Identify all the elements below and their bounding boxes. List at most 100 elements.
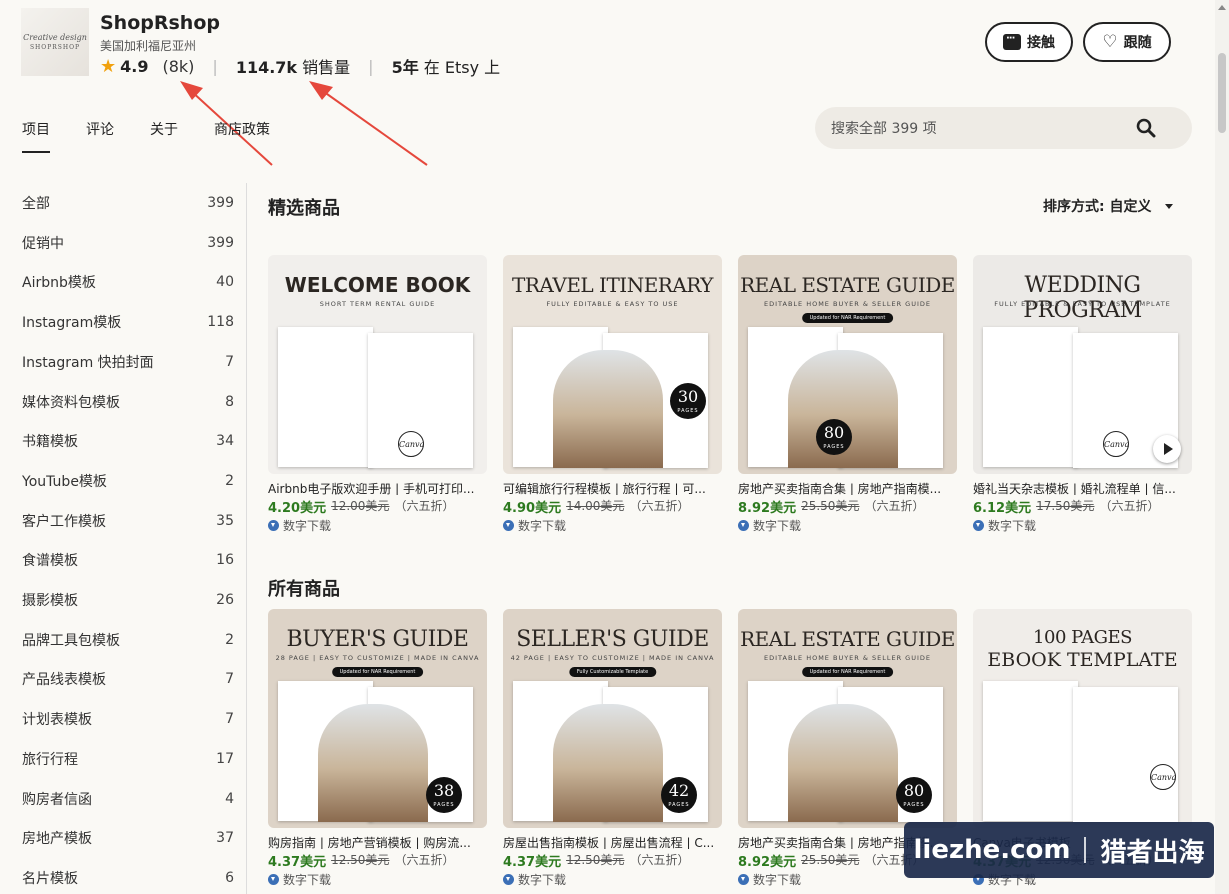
chat-icon (1003, 33, 1021, 50)
category-label: 食谱模板 (22, 553, 78, 570)
price-row: 6.12美元 17.50美元 （六五折） (973, 497, 1192, 516)
sidebar-category[interactable]: 购房者信函 4 (22, 787, 234, 811)
tab-items[interactable]: 项目 (22, 119, 50, 153)
mockup-photo (318, 704, 428, 822)
badge-label: PAGES (677, 408, 699, 414)
scrollbar[interactable] (1215, 0, 1229, 894)
divider: | (212, 56, 218, 76)
canva-logo-icon: Canva (1150, 764, 1176, 790)
category-label: 购房者信函 (22, 791, 92, 808)
sidebar-category[interactable]: 食谱模板 16 (22, 548, 234, 572)
follow-button[interactable]: ♡ 跟随 (1083, 22, 1171, 62)
category-label: 全部 (22, 196, 50, 212)
product-image[interactable]: SELLER'S GUIDE 42 PAGE | EASY TO CUSTOMIZ… (503, 609, 722, 828)
shop-logo[interactable]: Creative design SHOPRSHOP (21, 8, 89, 76)
shop-name[interactable]: ShopRshop (100, 12, 220, 34)
section-title-all-items: 所有商品 (268, 579, 340, 600)
product-title[interactable]: Airbnb电子版欢迎手册 | 手机可打印... (268, 480, 487, 495)
image-heading: BUYER'S GUIDE (286, 627, 469, 652)
search-icon[interactable] (1136, 118, 1156, 138)
scrollbar-thumb[interactable] (1218, 53, 1226, 133)
tab-policies[interactable]: 商店政策 (214, 119, 270, 153)
product-title[interactable]: 房地产买卖指南合集 | 房地产指南模... (738, 480, 957, 495)
canva-logo-icon: Canva (398, 431, 424, 457)
review-count[interactable]: (8k) (162, 57, 194, 76)
years-number: 5年 (391, 58, 419, 77)
product-title[interactable]: 购房指南 | 房地产营销模板 | 购房流... (268, 834, 487, 849)
product-card[interactable]: WEDDING PROGRAM FULLY EDITABLE & EASY TO … (973, 255, 1192, 534)
contact-label: 接触 (1027, 35, 1055, 51)
badge-number: 80 (903, 781, 925, 800)
sidebar-category[interactable]: 房地产模板 37 (22, 826, 234, 850)
category-count: 7 (225, 353, 234, 370)
sidebar-category[interactable]: 旅行行程 17 (22, 747, 234, 771)
product-card[interactable]: REAL ESTATE GUIDE EDITABLE HOME BUYER & S… (738, 255, 957, 534)
product-title[interactable]: 房屋出售指南模板 | 房屋出售流程 | C... (503, 834, 722, 849)
sort-dropdown[interactable]: 排序方式: 自定义 (1043, 196, 1174, 216)
sidebar-category[interactable]: 产品线表模板 7 (22, 667, 234, 691)
product-card[interactable]: BUYER'S GUIDE 28 PAGE | EASY TO CUSTOMIZE… (268, 609, 487, 888)
sales-stat: 114.7k 销售量 (236, 54, 350, 78)
download-text: 数字下载 (283, 519, 332, 533)
shop-stats: ★ 4.9 (8k) | 114.7k 销售量 | 5年 在 Etsy 上 (100, 54, 500, 78)
sales-label: 销售量 (302, 58, 351, 77)
search-input[interactable]: 搜索全部 399 项 (815, 107, 1192, 149)
product-image[interactable]: TRAVEL ITINERARY FULLY EDITABLE & EASY TO… (503, 255, 722, 474)
product-title[interactable]: 可编辑旅行行程模板 | 旅行行程 | 可... (503, 480, 722, 495)
image-heading: SELLER'S GUIDE (516, 627, 709, 652)
product-image[interactable]: BUYER'S GUIDE 28 PAGE | EASY TO CUSTOMIZE… (268, 609, 487, 828)
sidebar-category[interactable]: 客户工作模板 35 (22, 509, 234, 533)
tab-reviews[interactable]: 评论 (86, 119, 114, 153)
sidebar-category[interactable]: Airbnb模板 40 (22, 270, 234, 294)
original-price: 25.50美元 (801, 853, 860, 867)
digital-download-label: 数字下载 (268, 871, 487, 888)
star-icon: ★ (100, 55, 117, 77)
page-count-badge: 30 PAGES (670, 383, 706, 419)
category-count: 17 (216, 750, 234, 767)
product-image[interactable]: 100 PAGESEBOOK TEMPLATEUS LETTER & A4 SI… (973, 609, 1192, 828)
heart-icon: ♡ (1102, 31, 1118, 52)
category-label: 摄影模板 (22, 593, 78, 609)
image-tag: Updated for NAR Requirement (801, 313, 894, 323)
product-image[interactable]: WEDDING PROGRAM FULLY EDITABLE & EASY TO … (973, 255, 1192, 474)
original-price: 12.50美元 (331, 853, 390, 867)
sidebar-category[interactable]: Instagram 快拍封面 7 (22, 350, 234, 374)
download-text: 数字下载 (753, 873, 802, 887)
follow-label: 跟随 (1123, 35, 1152, 51)
tab-about[interactable]: 关于 (150, 119, 178, 153)
image-tag: Updated for NAR Requirement (331, 667, 424, 677)
product-image[interactable]: WELCOME BOOK SHORT TERM RENTAL GUIDE Canva (268, 255, 487, 474)
scroll-up-icon[interactable] (1218, 5, 1226, 10)
product-image[interactable]: REAL ESTATE GUIDE EDITABLE HOME BUYER & S… (738, 609, 957, 828)
download-icon (738, 874, 749, 885)
sidebar-category[interactable]: Instagram模板 118 (22, 310, 234, 334)
sidebar-category[interactable]: 书籍模板 34 (22, 429, 234, 453)
product-card[interactable]: WELCOME BOOK SHORT TERM RENTAL GUIDE Canva… (268, 255, 487, 534)
price-row: 4.20美元 12.00美元 （六五折） (268, 497, 487, 516)
badge-number: 42 (668, 781, 690, 800)
product-card[interactable]: SELLER'S GUIDE 42 PAGE | EASY TO CUSTOMIZ… (503, 609, 722, 888)
product-card[interactable]: TRAVEL ITINERARY FULLY EDITABLE & EASY TO… (503, 255, 722, 534)
sidebar-category[interactable]: YouTube模板 2 (22, 469, 234, 493)
years-stat: 5年 在 Etsy 上 (392, 54, 501, 78)
sidebar-category[interactable]: 全部 399 (22, 191, 234, 215)
product-image[interactable]: REAL ESTATE GUIDE EDITABLE HOME BUYER & S… (738, 255, 957, 474)
sales-number: 114.7k (235, 58, 298, 77)
category-label: Airbnb模板 (22, 275, 96, 292)
category-count: 40 (216, 274, 234, 291)
badge-label: PAGES (903, 802, 925, 808)
sidebar-category[interactable]: 媒体资料包模板 8 (22, 390, 234, 414)
download-icon (503, 520, 514, 531)
contact-button[interactable]: 接触 (985, 22, 1073, 62)
sidebar-category[interactable]: 计划表模板 7 (22, 707, 234, 731)
image-heading: EBOOK TEMPLATE (987, 649, 1178, 671)
digital-download-label: 数字下载 (503, 517, 722, 534)
sidebar-category[interactable]: 促销中 399 (22, 231, 234, 255)
price-row: 8.92美元 25.50美元 （六五折） (738, 497, 957, 516)
sidebar-category[interactable]: 摄影模板 26 (22, 588, 234, 612)
product-title[interactable]: 婚礼当天杂志模板 | 婚礼流程单 | 信... (973, 480, 1192, 495)
sidebar-category[interactable]: 名片模板 6 (22, 866, 234, 890)
play-icon[interactable] (1153, 435, 1181, 463)
sidebar-category[interactable]: 品牌工具包模板 2 (22, 628, 234, 652)
image-tag: Updated for NAR Requirement (801, 667, 894, 677)
